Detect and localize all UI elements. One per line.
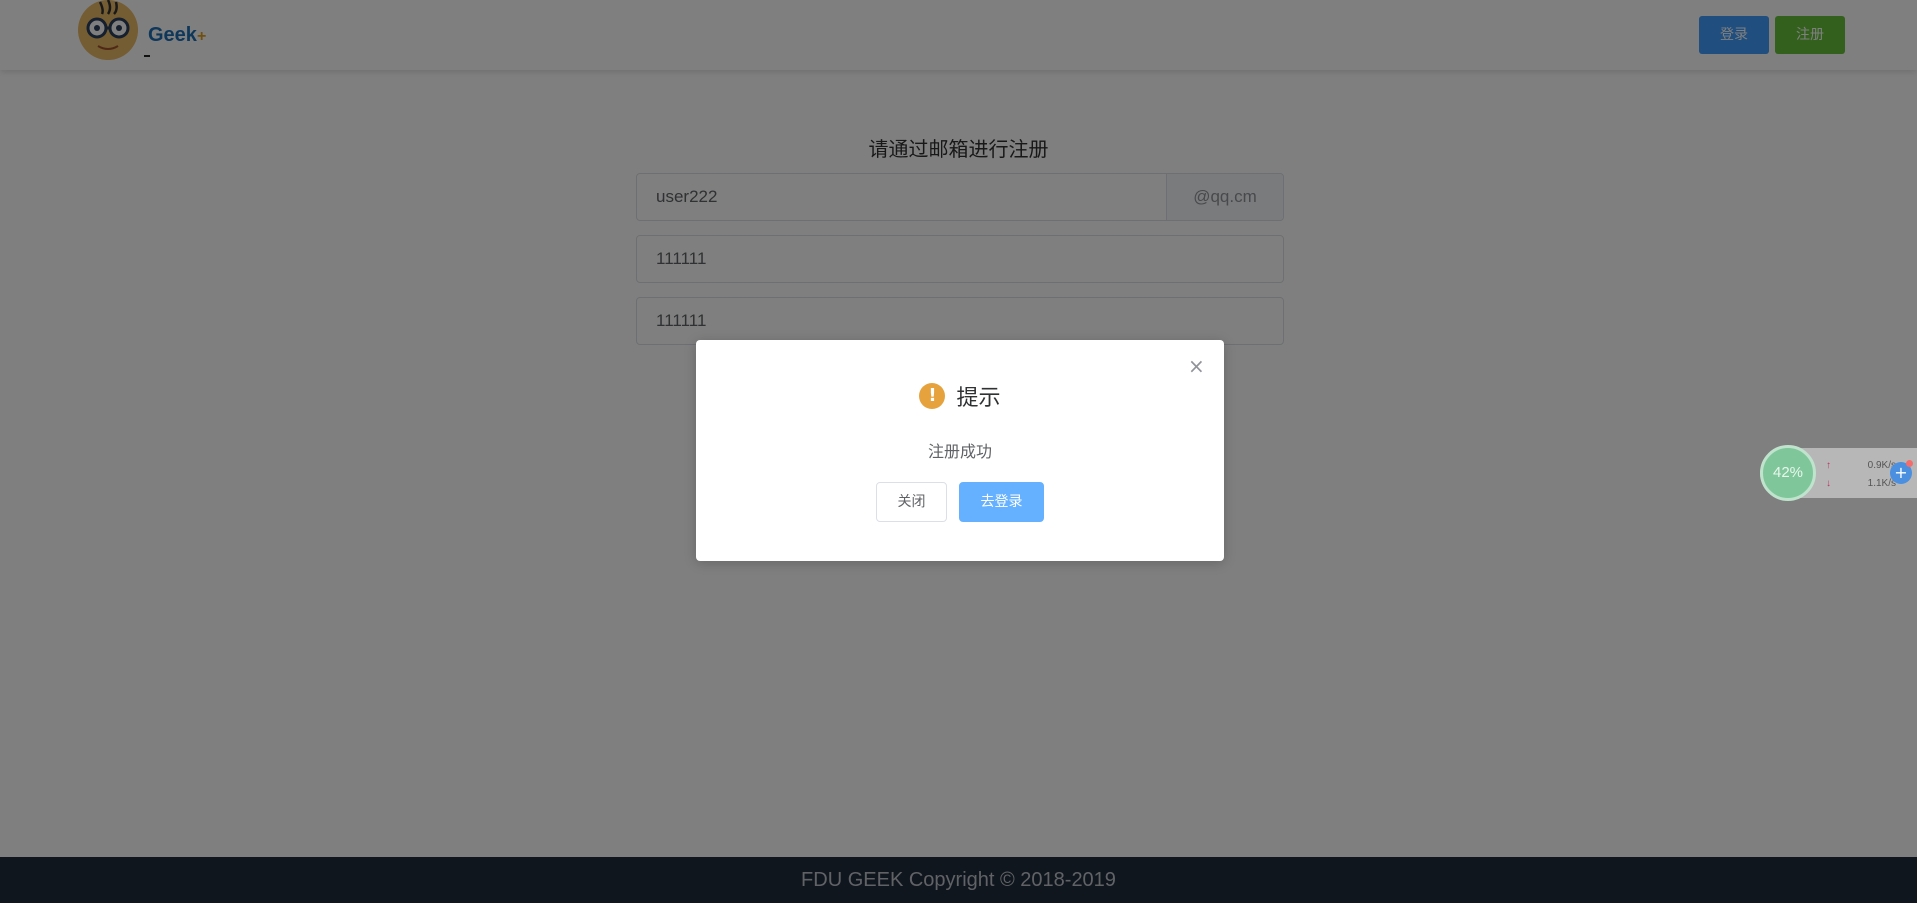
dialog-message: 注册成功 <box>927 442 992 461</box>
message-dialog: × ! 提示 注册成功 关闭 去登录 <box>696 340 1224 561</box>
upload-speed: ↑ 0.9K/s <box>1826 460 1896 471</box>
close-button[interactable]: 关闭 <box>876 482 947 522</box>
download-speed: ↓ 1.1K/s <box>1826 478 1896 489</box>
upload-arrow-icon: ↑ <box>1826 460 1831 471</box>
dialog-title: 提示 <box>956 386 1001 411</box>
download-arrow-icon: ↓ <box>1826 478 1831 489</box>
go-login-button[interactable]: 去登录 <box>959 482 1044 522</box>
close-icon[interactable]: × <box>1188 356 1205 376</box>
network-speed-widget[interactable]: 42% ↑ 0.9K/s ↓ 1.1K/s + <box>1760 445 1917 501</box>
warning-icon: ! <box>919 383 946 409</box>
notification-dot <box>1906 460 1913 467</box>
cpu-percent-badge: 42% <box>1760 445 1816 501</box>
dialog-header: ! 提示 <box>696 380 1224 411</box>
